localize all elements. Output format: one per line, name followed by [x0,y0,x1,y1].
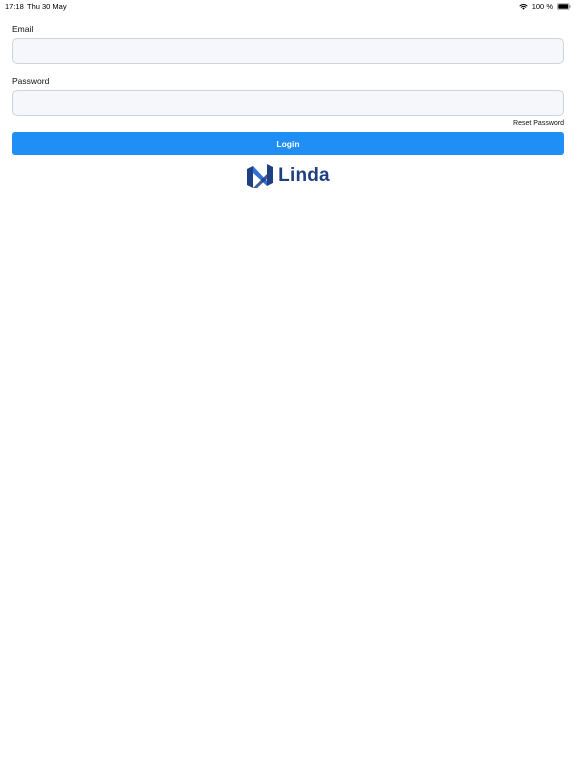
email-label: Email [12,24,34,34]
password-label: Password [12,76,50,86]
password-field[interactable] [12,90,564,116]
brand-logo: Linda [0,163,576,189]
status-bar: 17:18 Thu 30 May 100 % [0,0,576,12]
brand-name: Linda [278,165,330,186]
wifi-icon [519,3,528,10]
status-date: Thu 30 May [27,2,67,11]
battery-icon [557,2,571,10]
email-field[interactable] [12,38,564,64]
status-time: 17:18 [5,2,24,11]
battery-percent: 100 % [531,1,553,11]
login-button[interactable]: Login [12,132,564,155]
status-indicators: 100 % [519,1,571,11]
linda-logo-mark-icon [247,164,274,188]
reset-password-link[interactable]: Reset Password [513,120,564,127]
